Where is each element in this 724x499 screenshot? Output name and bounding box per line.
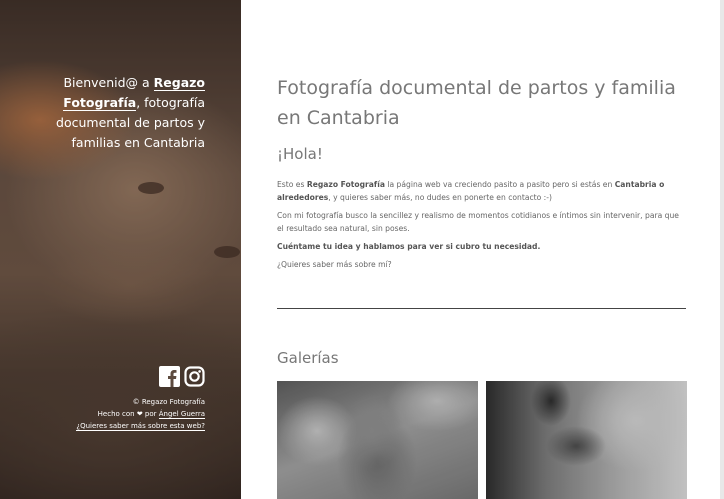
intro-paragraph-2: Con mi fotografía busco la sencillez y r… [277,211,679,233]
social-links [159,366,205,387]
brand-bold: Regazo Fotografía [306,180,385,189]
made-with-line: Hecho con ❤ por Ángel Guerra [5,408,205,420]
sidebar-hero: Bienvenid@ a Regazo Fotografía, fotograf… [0,0,241,499]
baby-eye-right [214,246,240,258]
intro-paragraph-1: Esto es Regazo Fotografía la página web … [277,180,665,202]
facebook-icon[interactable] [159,366,180,387]
gallery-heading: Galerías [277,349,339,367]
about-web-link[interactable]: ¿Quieres saber más sobre esta web? [76,422,205,431]
intro-paragraph-3: Cuéntame tu idea y hablamos para ver si … [277,242,541,251]
gallery-thumbnail-1[interactable] [277,381,478,499]
intro-text: Esto es Regazo Fotografía la página web … [277,178,687,276]
instagram-icon[interactable] [184,366,205,387]
made-with-text: Hecho con ❤ por [97,410,159,418]
about-me-link[interactable]: ¿Quieres saber más sobre mí? [277,258,687,271]
scrollbar-track[interactable] [720,0,724,499]
copyright-text: © Regazo Fotografía [132,398,205,406]
sidebar-footer: © Regazo Fotografía Hecho con ❤ por Ánge… [5,396,205,432]
section-divider [277,308,686,309]
welcome-prefix: Bienvenid@ a [63,75,154,90]
welcome-text: Bienvenid@ a Regazo Fotografía, fotograf… [25,73,205,153]
baby-eye-left [138,182,164,194]
author-link[interactable]: Ángel Guerra [158,410,205,419]
gallery-thumbnail-2[interactable] [486,381,687,499]
greeting-heading: ¡Hola! [277,145,323,163]
page-title: Fotografía documental de partos y famili… [277,77,676,129]
